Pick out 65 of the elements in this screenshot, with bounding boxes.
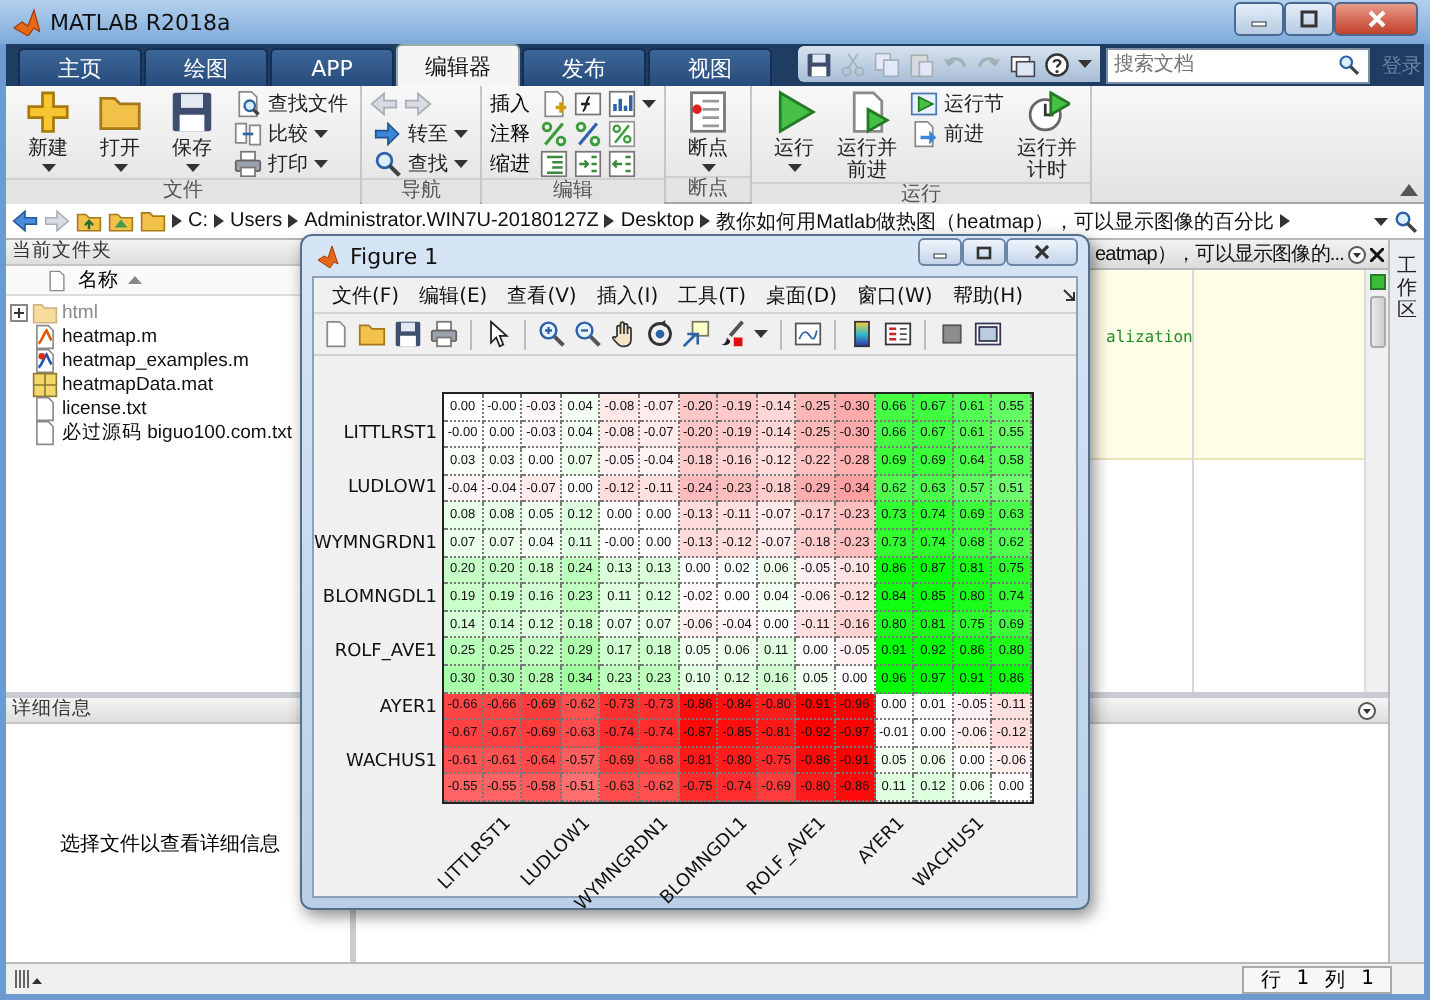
figure-title: Figure 1: [350, 243, 441, 269]
group-title: 文件: [6, 178, 360, 204]
tool-label: 注释: [490, 121, 530, 148]
row-label: BLOMNGDL1: [320, 587, 440, 608]
file-name[interactable]: license.txt: [62, 397, 147, 419]
menu-item[interactable]: 工具(T): [668, 281, 757, 309]
group-title: 编辑: [482, 178, 664, 204]
window-title: MATLAB R2018a: [50, 9, 233, 35]
file-name[interactable]: 必过源码 biguo100.com.txt: [62, 419, 292, 445]
group-title: 断点: [666, 176, 750, 202]
ribbon-button[interactable]: 前进: [906, 120, 1008, 148]
path-segment[interactable]: 教你如何用Matlab做热图（heatmap），可以显示图像的百分比: [716, 207, 1275, 235]
file-name[interactable]: heatmapData.mat: [62, 373, 214, 395]
row-label: LITTLRST1: [341, 423, 440, 444]
ribbon-button[interactable]: 打印: [230, 150, 352, 178]
path-segment[interactable]: C:: [188, 210, 208, 232]
column-label: 名称: [78, 268, 118, 294]
ribbon-button[interactable]: 查找: [370, 150, 472, 178]
search-field[interactable]: 搜索文档: [1106, 47, 1370, 83]
column-label: 列: [1325, 967, 1346, 993]
ribbon-button[interactable]: 转至: [370, 120, 472, 148]
ribbon-button[interactable]: 运行并前进: [832, 90, 902, 182]
menu-item[interactable]: 帮助(H): [942, 281, 1034, 309]
ribbon-button[interactable]: 查找文件: [230, 90, 352, 118]
tool-label: 缩进: [490, 151, 530, 178]
row-label: WYMNGRDN1: [314, 533, 440, 554]
row-label: 行: [1260, 967, 1281, 993]
menu-item[interactable]: 桌面(D): [756, 281, 848, 309]
file-name[interactable]: heatmap.m: [62, 325, 158, 347]
details-message: 选择文件以查看详细信息: [60, 831, 280, 857]
menu-item[interactable]: 编辑(E): [409, 281, 498, 309]
menu-item[interactable]: 查看(V): [497, 281, 587, 309]
file-name[interactable]: html: [62, 301, 98, 323]
menu-item[interactable]: 插入(I): [586, 281, 669, 309]
ribbon-button[interactable]: 断点: [674, 90, 742, 172]
ribbon-button[interactable]: 新建: [14, 90, 82, 172]
workspace-tab[interactable]: 工作区: [1397, 256, 1417, 322]
row-value: 1: [1296, 968, 1310, 990]
ribbon-tab[interactable]: 绘图: [144, 48, 268, 86]
editor-tab[interactable]: eatmap），可以显示图像的...: [1095, 240, 1344, 268]
row-label: AYER1: [377, 697, 440, 718]
ribbon-button[interactable]: 运行节: [906, 90, 1008, 118]
file-name[interactable]: heatmap_examples.m: [62, 349, 249, 371]
ribbon-tab[interactable]: 编辑器: [396, 44, 520, 86]
menu-item[interactable]: 窗口(W): [847, 281, 943, 309]
ribbon-button[interactable]: 比较: [230, 120, 352, 148]
tool-label: 插入: [490, 91, 530, 118]
ribbon-button[interactable]: 运行: [760, 90, 828, 172]
column-value: 1: [1361, 968, 1374, 990]
ribbon-button[interactable]: 打开: [86, 90, 154, 172]
ribbon-tab[interactable]: 发布: [522, 48, 646, 86]
ribbon-tab[interactable]: 视图: [648, 48, 772, 86]
ribbon-tab[interactable]: APP: [270, 48, 394, 86]
path-segment[interactable]: Users: [230, 210, 283, 232]
ribbon-button[interactable]: 运行并计时: [1012, 90, 1082, 182]
ribbon-tab[interactable]: 主页: [18, 48, 142, 86]
row-label: WACHUS1: [344, 752, 440, 773]
path-segment[interactable]: Administrator.WIN7U-20180127Z: [304, 210, 599, 232]
path-segment[interactable]: Desktop: [620, 210, 695, 232]
row-label: LUDLOW1: [346, 478, 440, 499]
menu-item[interactable]: 文件(F): [322, 281, 410, 309]
row-label: ROLF_AVE1: [332, 642, 440, 663]
ribbon-button[interactable]: 保存: [158, 90, 226, 172]
group-title: 导航: [362, 178, 480, 204]
code-text: alization: [1106, 328, 1193, 348]
